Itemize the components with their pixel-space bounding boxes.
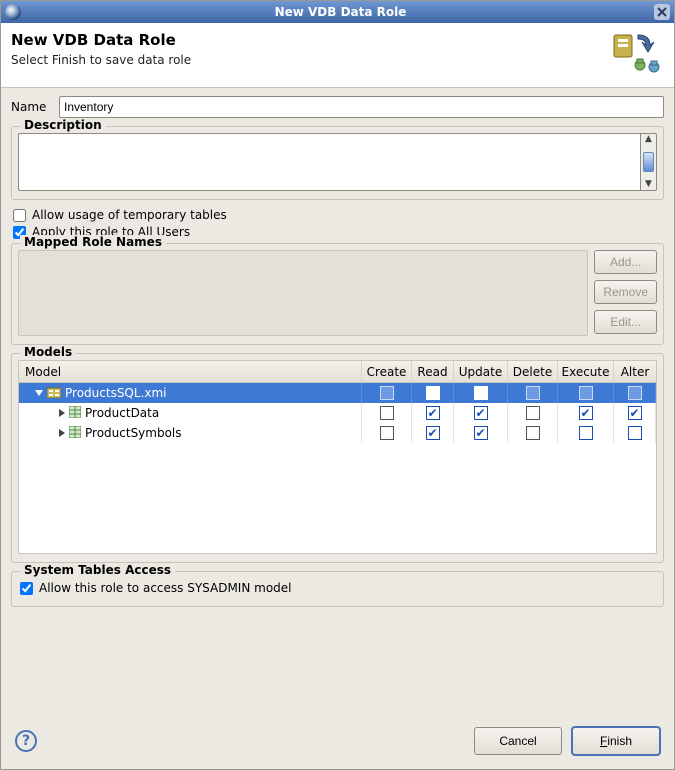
col-delete-header[interactable]: Delete bbox=[508, 361, 558, 382]
finish-button[interactable]: Finish bbox=[572, 727, 660, 755]
models-legend: Models bbox=[20, 345, 76, 359]
perm-cell[interactable]: ✔ bbox=[454, 403, 508, 423]
allow-sysadmin-checkbox[interactable] bbox=[20, 582, 33, 595]
name-input[interactable] bbox=[59, 96, 664, 118]
models-group: Models Model Create Read Update Delete E… bbox=[11, 353, 664, 563]
perm-cell[interactable]: ✔ bbox=[412, 383, 454, 403]
perm-cell[interactable] bbox=[362, 403, 412, 423]
perm-cell[interactable] bbox=[558, 423, 614, 443]
description-legend: Description bbox=[20, 118, 106, 132]
perm-cell[interactable] bbox=[362, 383, 412, 403]
perm-checkbox[interactable] bbox=[526, 406, 540, 420]
cancel-button[interactable]: Cancel bbox=[474, 727, 562, 755]
window-titlebar: New VDB Data Role bbox=[1, 1, 674, 23]
wizard-banner-icon bbox=[610, 31, 664, 77]
perm-checkbox[interactable]: ✔ bbox=[426, 386, 440, 400]
page-title: New VDB Data Role bbox=[11, 31, 610, 49]
perm-checkbox[interactable] bbox=[579, 386, 593, 400]
table-icon bbox=[69, 426, 81, 441]
perm-checkbox[interactable] bbox=[526, 426, 540, 440]
name-label: Name bbox=[11, 100, 59, 114]
col-execute-header[interactable]: Execute bbox=[558, 361, 614, 382]
perm-checkbox[interactable]: ✔ bbox=[426, 406, 440, 420]
perm-cell[interactable]: ✔ bbox=[614, 403, 656, 423]
perm-checkbox[interactable] bbox=[628, 386, 642, 400]
perm-checkbox[interactable] bbox=[526, 386, 540, 400]
close-icon[interactable] bbox=[654, 4, 670, 20]
mapped-roles-group: Mapped Role Names Add... Remove Edit... bbox=[11, 243, 664, 345]
models-table-body: ProductsSQL.xmi ✔ ✔ ProductData ✔ ✔ ✔ ✔ Prod… bbox=[19, 383, 656, 553]
models-table-header: Model Create Read Update Delete Execute … bbox=[19, 361, 656, 383]
perm-cell[interactable] bbox=[558, 383, 614, 403]
help-icon[interactable]: ? bbox=[15, 730, 37, 752]
perm-cell[interactable] bbox=[508, 423, 558, 443]
model-name-cell[interactable]: ProductData bbox=[19, 403, 362, 423]
perm-checkbox[interactable] bbox=[380, 386, 394, 400]
remove-role-button[interactable]: Remove bbox=[594, 280, 657, 304]
add-role-button[interactable]: Add... bbox=[594, 250, 657, 274]
scroll-down-icon[interactable]: ▼ bbox=[645, 180, 652, 189]
col-update-header[interactable]: Update bbox=[454, 361, 508, 382]
system-tables-group: System Tables Access Allow this role to … bbox=[11, 571, 664, 607]
perm-cell[interactable] bbox=[614, 423, 656, 443]
model-name-label: ProductsSQL.xmi bbox=[65, 386, 167, 400]
col-alter-header[interactable]: Alter bbox=[614, 361, 656, 382]
table-row[interactable]: ProductsSQL.xmi ✔ ✔ bbox=[19, 383, 656, 403]
expand-icon[interactable] bbox=[59, 409, 65, 417]
system-tables-legend: System Tables Access bbox=[20, 563, 175, 577]
perm-checkbox[interactable]: ✔ bbox=[474, 386, 488, 400]
perm-cell[interactable]: ✔ bbox=[412, 423, 454, 443]
model-name-label: ProductData bbox=[85, 406, 159, 420]
perm-cell[interactable] bbox=[362, 423, 412, 443]
col-read-header[interactable]: Read bbox=[412, 361, 454, 382]
allow-temp-tables-label: Allow usage of temporary tables bbox=[32, 208, 227, 222]
model-file-icon bbox=[47, 386, 61, 401]
perm-cell[interactable]: ✔ bbox=[454, 383, 508, 403]
perm-cell[interactable]: ✔ bbox=[412, 403, 454, 423]
perm-checkbox[interactable] bbox=[380, 406, 394, 420]
finish-post: inish bbox=[607, 734, 632, 748]
perm-checkbox[interactable]: ✔ bbox=[474, 406, 488, 420]
col-model-header[interactable]: Model bbox=[19, 361, 362, 382]
perm-cell[interactable]: ✔ bbox=[558, 403, 614, 423]
perm-cell[interactable]: ✔ bbox=[454, 423, 508, 443]
page-subtitle: Select Finish to save data role bbox=[11, 53, 610, 67]
mapped-roles-legend: Mapped Role Names bbox=[20, 235, 166, 249]
perm-checkbox[interactable]: ✔ bbox=[579, 406, 593, 420]
perm-checkbox[interactable]: ✔ bbox=[628, 406, 642, 420]
window-title: New VDB Data Role bbox=[27, 5, 654, 19]
perm-checkbox[interactable] bbox=[380, 426, 394, 440]
model-name-cell[interactable]: ProductSymbols bbox=[19, 423, 362, 443]
perm-checkbox[interactable] bbox=[579, 426, 593, 440]
wizard-header: New VDB Data Role Select Finish to save … bbox=[1, 23, 674, 88]
collapse-icon[interactable] bbox=[35, 390, 43, 396]
app-icon bbox=[5, 4, 21, 20]
perm-checkbox[interactable] bbox=[628, 426, 642, 440]
table-row[interactable]: ProductSymbols ✔ ✔ bbox=[19, 423, 656, 443]
description-group: Description ▲ ▼ bbox=[11, 126, 664, 200]
allow-sysadmin-label: Allow this role to access SYSADMIN model bbox=[39, 581, 292, 595]
perm-checkbox[interactable]: ✔ bbox=[474, 426, 488, 440]
scroll-up-icon[interactable]: ▲ bbox=[645, 135, 652, 144]
description-textarea[interactable] bbox=[18, 133, 640, 191]
wizard-footer: ? Cancel Finish bbox=[1, 717, 674, 769]
description-scrollbar[interactable]: ▲ ▼ bbox=[640, 133, 657, 191]
allow-temp-tables-checkbox[interactable] bbox=[13, 209, 26, 222]
scroll-thumb[interactable] bbox=[643, 152, 654, 172]
perm-checkbox[interactable]: ✔ bbox=[426, 426, 440, 440]
model-name-cell[interactable]: ProductsSQL.xmi bbox=[19, 383, 362, 403]
col-create-header[interactable]: Create bbox=[362, 361, 412, 382]
perm-cell[interactable] bbox=[508, 383, 558, 403]
edit-role-button[interactable]: Edit... bbox=[594, 310, 657, 334]
perm-cell[interactable] bbox=[614, 383, 656, 403]
model-name-label: ProductSymbols bbox=[85, 426, 182, 440]
mapped-roles-list[interactable] bbox=[18, 250, 588, 336]
table-row[interactable]: ProductData ✔ ✔ ✔ ✔ bbox=[19, 403, 656, 423]
perm-cell[interactable] bbox=[508, 403, 558, 423]
expand-icon[interactable] bbox=[59, 429, 65, 437]
table-icon bbox=[69, 406, 81, 421]
